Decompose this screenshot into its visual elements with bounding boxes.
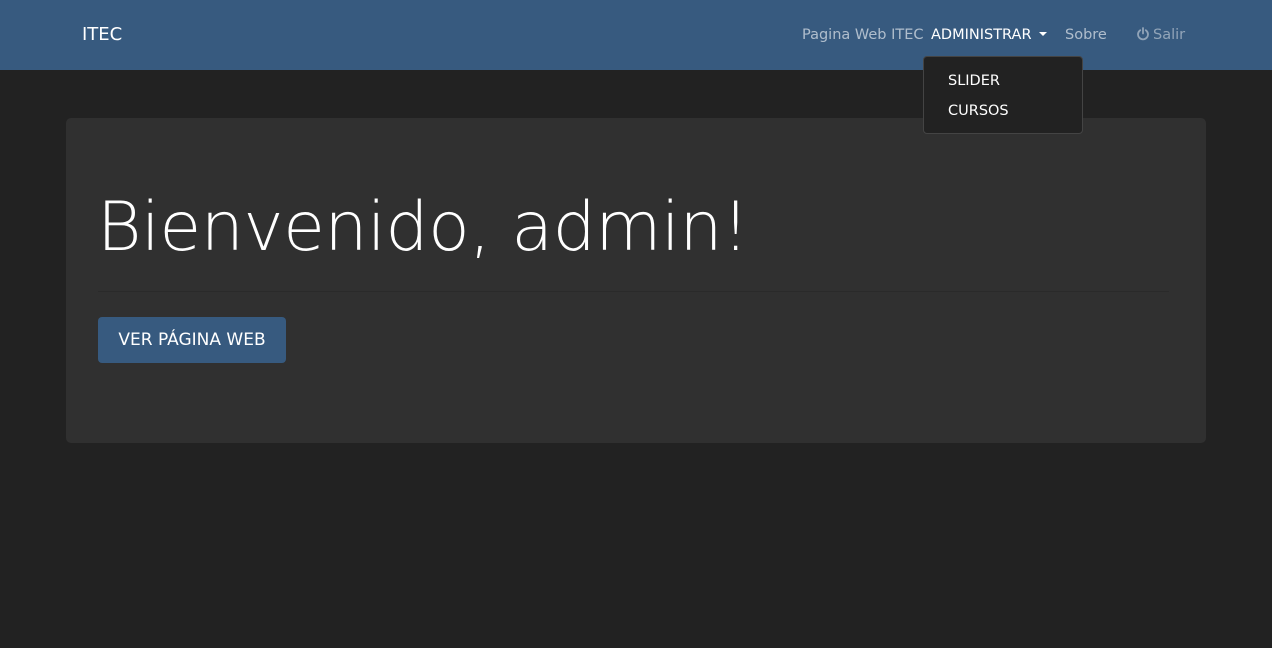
divider	[98, 291, 1169, 292]
caret-down-icon	[1038, 32, 1047, 36]
dropdown-item-cursos[interactable]: CURSOS	[948, 102, 1009, 120]
welcome-heading: Bienvenido, admin!	[97, 188, 749, 267]
view-website-button[interactable]: VER PÁGINA WEB	[98, 317, 286, 363]
nav-admin-label: ADMINISTRAR	[931, 27, 1032, 43]
nav-link-about[interactable]: Sobre	[1065, 26, 1107, 44]
logout-label: Salir	[1153, 27, 1186, 43]
nav-dropdown-admin[interactable]: ADMINISTRAR	[931, 26, 1047, 44]
brand-link[interactable]: ITEC	[82, 24, 122, 46]
welcome-panel: Bienvenido, admin! VER PÁGINA WEB	[66, 118, 1206, 443]
power-icon	[1137, 27, 1149, 41]
dropdown-item-slider[interactable]: SLIDER	[948, 72, 1000, 90]
logout-link[interactable]: Salir	[1136, 26, 1185, 44]
admin-dropdown-menu: SLIDER CURSOS	[923, 56, 1083, 134]
nav-link-web[interactable]: Pagina Web ITEC	[802, 26, 924, 44]
